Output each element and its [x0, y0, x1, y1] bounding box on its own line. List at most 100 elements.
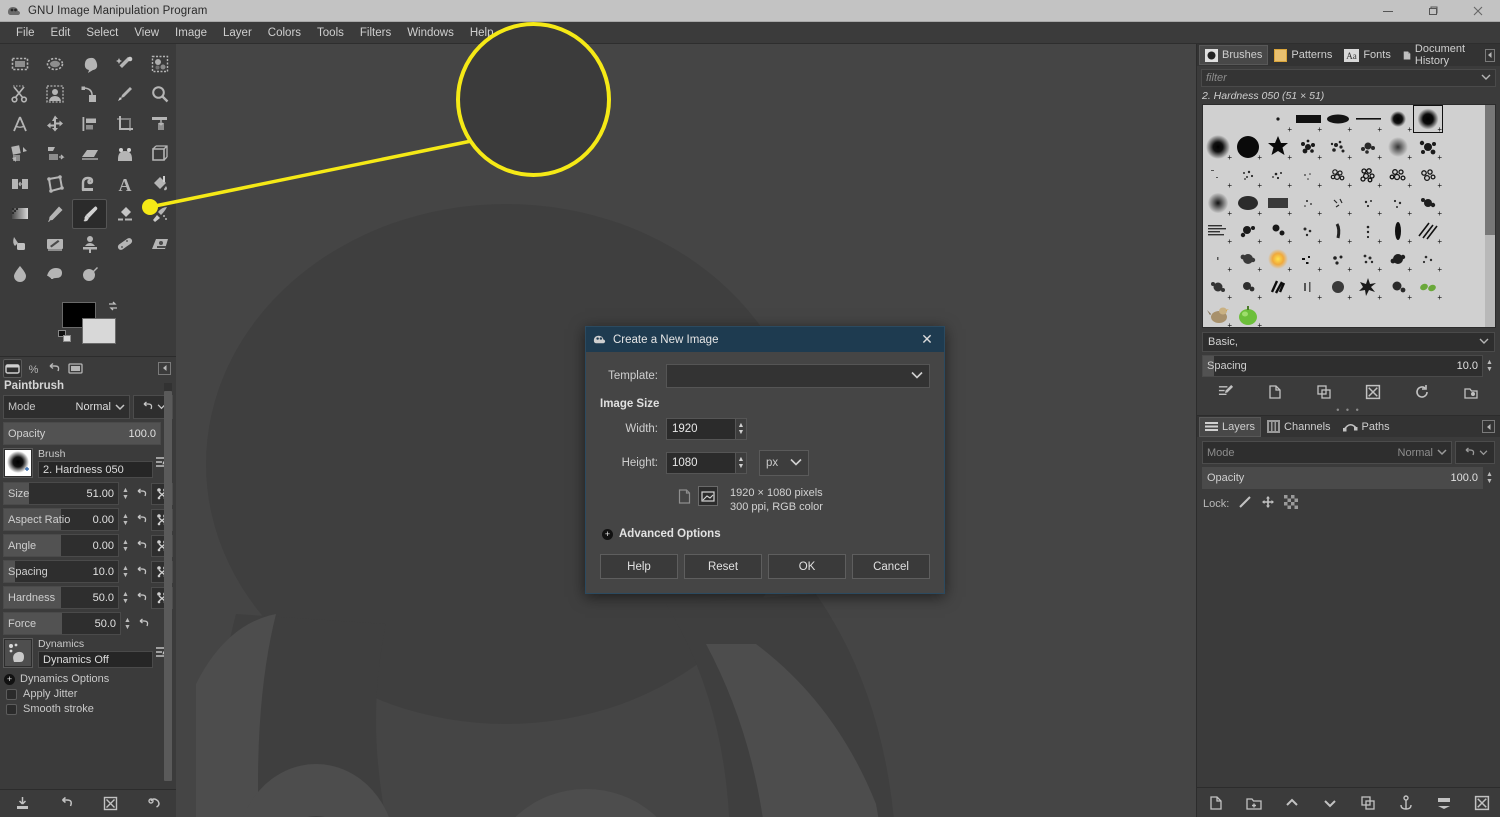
mypaint-brush-tool[interactable] — [37, 229, 72, 259]
menu-image[interactable]: Image — [167, 25, 215, 41]
advanced-options-expander[interactable]: + Advanced Options — [602, 528, 930, 540]
zoom-tool[interactable] — [142, 79, 177, 109]
brush-swatch[interactable]: + — [1353, 133, 1383, 162]
brush-swatch[interactable]: + — [1293, 245, 1323, 274]
paths-tool[interactable] — [72, 79, 107, 109]
brush-preview-thumbnail[interactable] — [3, 448, 33, 478]
brush-swatch-selected[interactable]: + — [1413, 105, 1443, 134]
unit-dropdown[interactable]: px — [759, 450, 809, 476]
chevron-down-icon[interactable] — [1481, 72, 1491, 84]
brush-swatch[interactable]: + — [1233, 245, 1263, 274]
aspect-ratio-stepper[interactable]: ▲ ▼ — [120, 513, 131, 527]
aspect-ratio-reset-icon[interactable] — [131, 509, 151, 531]
scissors-select-tool[interactable] — [2, 79, 37, 109]
free-select-tool[interactable] — [72, 49, 107, 79]
new-brush-icon[interactable] — [1265, 381, 1285, 403]
blur-sharpen-tool[interactable] — [2, 259, 37, 289]
restore-tool-preset-icon[interactable] — [56, 793, 76, 815]
force-reset-icon[interactable] — [133, 613, 153, 635]
brushes-dock-menu-button[interactable] — [1484, 48, 1495, 62]
brush-swatch[interactable]: + — [1263, 189, 1293, 218]
swap-colors-icon[interactable] — [107, 300, 119, 312]
flip-tool[interactable] — [2, 169, 37, 199]
background-color-swatch[interactable] — [82, 318, 116, 344]
brush-swatch-glow[interactable]: + — [1263, 245, 1293, 274]
brush-swatch[interactable]: + — [1413, 189, 1443, 218]
anchor-layer-icon[interactable] — [1396, 792, 1416, 814]
heal-tool[interactable] — [107, 229, 142, 259]
minimize-button[interactable] — [1365, 0, 1410, 22]
menu-tools[interactable]: Tools — [309, 25, 352, 41]
landscape-orientation-icon[interactable] — [698, 486, 718, 506]
rotate-tool[interactable] — [142, 109, 177, 139]
lower-layer-icon[interactable] — [1320, 792, 1340, 814]
reset-button[interactable]: Reset — [684, 554, 762, 579]
width-input[interactable]: 1920 — [666, 418, 736, 440]
width-stepper[interactable]: ▲ ▼ — [736, 418, 747, 440]
brush-swatch[interactable]: + — [1383, 105, 1413, 134]
close-button[interactable] — [1455, 0, 1500, 22]
aspect-ratio-slider[interactable]: Aspect Ratio 0.00 — [3, 508, 119, 531]
gradient-tool[interactable] — [2, 199, 37, 229]
brush-swatch[interactable]: + — [1323, 161, 1353, 190]
brush-swatch[interactable]: + — [1323, 105, 1353, 134]
duplicate-brush-icon[interactable] — [1314, 381, 1334, 403]
fuzzy-select-tool[interactable] — [107, 49, 142, 79]
brush-swatch[interactable]: + — [1383, 189, 1413, 218]
save-tool-preset-icon[interactable] — [12, 793, 32, 815]
select-by-color-tool[interactable] — [142, 49, 177, 79]
menu-windows[interactable]: Windows — [399, 25, 462, 41]
ok-button[interactable]: OK — [768, 554, 846, 579]
hardness-reset-icon[interactable] — [131, 587, 151, 609]
tab-brushes[interactable]: Brushes — [1199, 45, 1269, 65]
foreground-select-tool[interactable] — [37, 79, 72, 109]
brush-swatch[interactable]: + — [1323, 189, 1353, 218]
brush-swatch[interactable]: + — [1323, 217, 1353, 246]
scale-tool[interactable] — [2, 139, 37, 169]
unified-transform-tool[interactable] — [142, 139, 177, 169]
dynamics-preview-thumbnail[interactable] — [3, 638, 33, 668]
brush-swatch[interactable]: + — [1203, 273, 1233, 302]
size-slider[interactable]: Size 51.00 — [3, 482, 119, 505]
brush-swatch[interactable]: + — [1203, 217, 1233, 246]
menu-file[interactable]: File — [8, 25, 43, 41]
clone-tool[interactable] — [72, 229, 107, 259]
brush-swatch[interactable]: + — [1383, 217, 1413, 246]
move-tool[interactable] — [37, 109, 72, 139]
warp-transform-tool[interactable] — [72, 169, 107, 199]
reset-colors-icon[interactable] — [58, 330, 72, 344]
smooth-stroke-checkbox[interactable] — [6, 703, 17, 715]
template-dropdown[interactable] — [666, 364, 930, 388]
images-tab[interactable] — [66, 359, 85, 378]
brush-swatch[interactable]: + — [1413, 217, 1443, 246]
angle-slider[interactable]: Angle 0.00 — [3, 534, 119, 557]
brush-swatch[interactable]: + — [1203, 189, 1233, 218]
brush-swatch[interactable]: + — [1353, 161, 1383, 190]
brush-swatch[interactable]: + — [1293, 189, 1323, 218]
menu-select[interactable]: Select — [78, 25, 126, 41]
brush-swatch[interactable]: + — [1323, 245, 1353, 274]
crop-tool[interactable] — [107, 109, 142, 139]
height-stepper[interactable]: ▲ ▼ — [736, 452, 747, 474]
brush-swatch[interactable] — [1203, 105, 1233, 133]
device-status-tab[interactable]: % — [24, 359, 43, 378]
brush-swatch[interactable]: + — [1293, 133, 1323, 162]
brush-swatch[interactable]: + — [1233, 133, 1263, 162]
shear-tool[interactable] — [37, 139, 72, 169]
menu-layer[interactable]: Layer — [215, 25, 260, 41]
eraser-tool[interactable] — [107, 199, 142, 229]
menu-filters[interactable]: Filters — [352, 25, 399, 41]
edit-brush-icon[interactable] — [1216, 381, 1236, 403]
dynamics-options-expander[interactable]: + Dynamics Options — [4, 673, 176, 685]
menu-edit[interactable]: Edit — [43, 25, 79, 41]
bucket-fill-tool[interactable] — [142, 169, 177, 199]
paint-mode-dropdown[interactable]: Mode Normal — [3, 395, 130, 419]
layers-dock-menu-button[interactable] — [1482, 420, 1495, 433]
spacing-slider[interactable]: Spacing 10.0 — [3, 560, 119, 583]
brush-swatch[interactable]: + — [1323, 133, 1353, 162]
brush-swatch[interactable]: + — [1383, 245, 1413, 274]
brush-swatch[interactable]: + — [1383, 273, 1413, 302]
hardness-slider[interactable]: Hardness 50.0 — [3, 586, 119, 609]
layer-opacity-stepper[interactable]: ▲ ▼ — [1484, 471, 1495, 485]
color-picker-tool[interactable] — [107, 79, 142, 109]
